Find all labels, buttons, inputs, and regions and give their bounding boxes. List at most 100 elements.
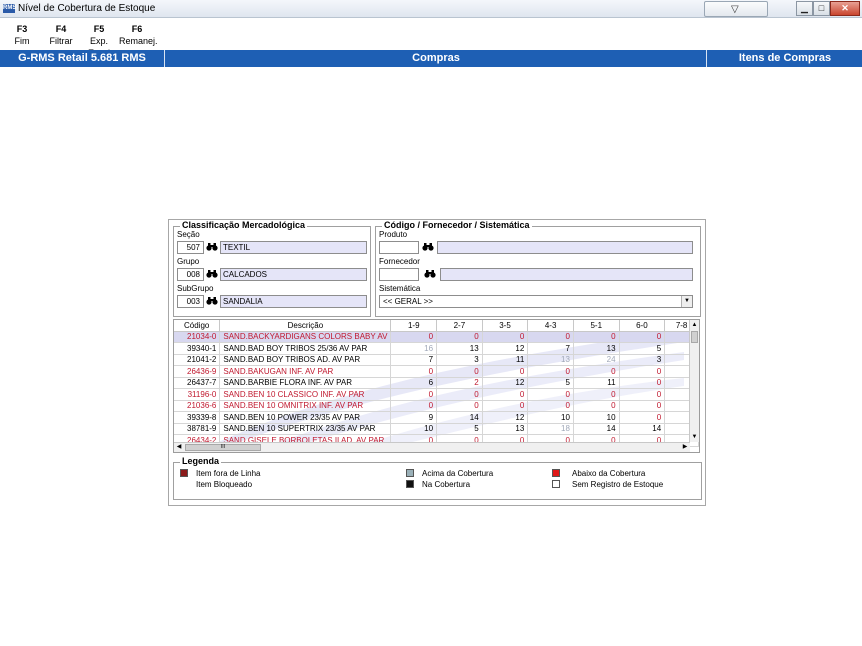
table-row[interactable]: 39339-8 SAND.BEN 10 POWER 23/35 AV PAR 9 14… [174, 411, 699, 424]
cell-coverage-value[interactable]: 0 [573, 400, 620, 412]
cell-coverage-value[interactable]: 0 [619, 365, 666, 378]
cell-coverage-value[interactable]: 0 [527, 365, 574, 378]
cell-coverage-value[interactable]: 0 [436, 331, 483, 343]
cell-coverage-value[interactable]: 5 [436, 423, 483, 435]
cell-coverage-value[interactable]: 0 [573, 331, 620, 343]
cell-coverage-value[interactable]: 10 [573, 411, 620, 424]
table-row[interactable]: 39340-1 SAND.BAD BOY TRIBOS 25/36 AV PAR 1… [174, 342, 699, 355]
cell-coverage-value[interactable]: 0 [527, 388, 574, 401]
cell-codigo[interactable]: 39339-8 [174, 411, 221, 424]
scroll-up-icon[interactable]: ▲ [690, 320, 699, 330]
cell-coverage-value[interactable]: 12 [482, 377, 529, 389]
fornecedor-description-field[interactable] [440, 268, 693, 281]
cell-descricao[interactable]: SAND.BAD BOY TRIBOS AD. AV PAR [219, 354, 392, 366]
col-header-3-5[interactable]: 3-5 [482, 320, 529, 332]
fornecedor-search-binoculars-icon[interactable] [423, 269, 437, 281]
coverage-table[interactable]: Código Descrição 1-9 2-7 3-5 4-3 5-1 6-0… [174, 320, 699, 447]
cell-coverage-value[interactable]: 13 [436, 342, 483, 355]
cell-coverage-value[interactable]: 0 [619, 377, 666, 389]
cell-coverage-value[interactable]: 0 [573, 365, 620, 378]
cell-descricao[interactable]: SAND.BARBIE FLORA INF. AV PAR [219, 377, 392, 389]
secao-code-field[interactable]: 507 [177, 241, 204, 254]
cell-coverage-value[interactable]: 5 [619, 342, 666, 355]
cell-coverage-value[interactable]: 0 [390, 400, 438, 412]
maximize-button[interactable]: □ [813, 1, 830, 16]
cell-coverage-value[interactable]: 0 [619, 331, 666, 343]
cell-coverage-value[interactable]: 18 [527, 423, 574, 435]
scroll-down-icon[interactable]: ▼ [690, 432, 699, 442]
table-row[interactable]: 21034-0 SAND.BACKYARDIGANS COLORS BABY AV… [174, 331, 699, 343]
cell-coverage-value[interactable]: 0 [527, 331, 574, 343]
secao-description-field[interactable]: TEXTIL [220, 241, 367, 254]
fim-button[interactable]: F3 Fim [8, 23, 36, 47]
col-header-1-9[interactable]: 1-9 [390, 320, 438, 332]
produto-code-field[interactable] [379, 241, 419, 254]
titlebar-dropdown-button[interactable]: ▽ [704, 1, 768, 17]
table-row[interactable]: 26436-9 SAND.BAKUGAN INF. AV PAR 0 0 0 0 0 0 [174, 365, 699, 378]
cell-coverage-value[interactable]: 0 [619, 400, 666, 412]
cell-codigo[interactable]: 21036-6 [174, 400, 221, 412]
table-row[interactable]: 21041-2 SAND.BAD BOY TRIBOS AD. AV PAR 7 3 1… [174, 354, 699, 366]
coverage-grid[interactable]: Código Descrição 1-9 2-7 3-5 4-3 5-1 6-0… [173, 319, 700, 453]
filtrar-button[interactable]: F4 Filtrar [47, 23, 75, 47]
chevron-down-icon[interactable]: ▼ [681, 296, 692, 307]
col-header-2-7[interactable]: 2-7 [436, 320, 483, 332]
cell-coverage-value[interactable]: 0 [390, 388, 438, 401]
cell-descricao[interactable]: SAND.BEN 10 POWER 23/35 AV PAR [219, 411, 392, 424]
grid-vertical-scrollbar[interactable]: ▲ ▼ [689, 320, 699, 442]
grid-horizontal-scrollbar[interactable]: ◀ III ▶ [174, 442, 690, 452]
cell-coverage-value[interactable]: 0 [482, 331, 529, 343]
scroll-left-icon[interactable]: ◀ [174, 443, 184, 452]
col-header-4-3[interactable]: 4-3 [527, 320, 574, 332]
cell-coverage-value[interactable]: 3 [619, 354, 666, 366]
cell-descricao[interactable]: SAND.BAKUGAN INF. AV PAR [219, 365, 392, 378]
cell-coverage-value[interactable]: 10 [527, 411, 574, 424]
cell-coverage-value[interactable]: 24 [573, 354, 620, 366]
cell-codigo[interactable]: 39340-1 [174, 342, 221, 355]
cell-descricao[interactable]: SAND.BEN 10 OMNITRIX INF. AV PAR [219, 400, 392, 412]
cell-coverage-value[interactable]: 0 [436, 388, 483, 401]
cell-coverage-value[interactable]: 6 [390, 377, 438, 389]
col-header-descricao[interactable]: Descrição [219, 320, 392, 332]
cell-descricao[interactable]: SAND.BAD BOY TRIBOS 25/36 AV PAR [219, 342, 392, 355]
cell-coverage-value[interactable]: 14 [436, 411, 483, 424]
cell-descricao[interactable]: SAND.BEN 10 SUPERTRIX 23/35 AV PAR [219, 423, 392, 435]
table-row[interactable]: 31196-0 SAND.BEN 10 CLASSICO INF. AV PAR 0… [174, 388, 699, 401]
subgrupo-search-binoculars-icon[interactable] [205, 296, 219, 308]
col-header-5-1[interactable]: 5-1 [573, 320, 620, 332]
vertical-scroll-thumb[interactable] [691, 331, 698, 343]
cell-codigo[interactable]: 31196-0 [174, 388, 221, 401]
table-row[interactable]: 38781-9 SAND.BEN 10 SUPERTRIX 23/35 AV PA… [174, 423, 699, 435]
cell-coverage-value[interactable]: 12 [482, 342, 529, 355]
cell-coverage-value[interactable]: 10 [390, 423, 438, 435]
cell-coverage-value[interactable]: 14 [573, 423, 620, 435]
cell-codigo[interactable]: 26436-9 [174, 365, 221, 378]
minimize-button[interactable]: ▁ [796, 1, 813, 16]
subgrupo-code-field[interactable]: 003 [177, 295, 204, 308]
cell-coverage-value[interactable]: 0 [390, 331, 438, 343]
cell-coverage-value[interactable]: 0 [482, 388, 529, 401]
cell-coverage-value[interactable]: 0 [619, 411, 666, 424]
cell-descricao[interactable]: SAND.BACKYARDIGANS COLORS BABY AV [219, 331, 392, 343]
cell-coverage-value[interactable]: 0 [482, 400, 529, 412]
grupo-description-field[interactable]: CALCADOS [220, 268, 367, 281]
cell-coverage-value[interactable]: 13 [527, 354, 574, 366]
cell-coverage-value[interactable]: 13 [482, 423, 529, 435]
cell-coverage-value[interactable]: 7 [527, 342, 574, 355]
subgrupo-description-field[interactable]: SANDALIA [220, 295, 367, 308]
cell-coverage-value[interactable]: 9 [390, 411, 438, 424]
scroll-right-icon[interactable]: ▶ [680, 443, 690, 452]
cell-coverage-value[interactable]: 16 [390, 342, 438, 355]
cell-coverage-value[interactable]: 13 [573, 342, 620, 355]
table-row[interactable]: 21036-6 SAND.BEN 10 OMNITRIX INF. AV PAR 0… [174, 400, 699, 412]
cell-coverage-value[interactable]: 14 [619, 423, 666, 435]
cell-codigo[interactable]: 38781-9 [174, 423, 221, 435]
sistematica-select[interactable]: << GERAL >> ▼ [379, 295, 693, 308]
cell-coverage-value[interactable]: 0 [390, 365, 438, 378]
cell-descricao[interactable]: SAND.BEN 10 CLASSICO INF. AV PAR [219, 388, 392, 401]
table-row[interactable]: 26437-7 SAND.BARBIE FLORA INF. AV PAR 6 2 12… [174, 377, 699, 389]
horizontal-scroll-thumb[interactable]: III [185, 444, 261, 451]
remanejar-button[interactable]: F6 Remanej. [119, 23, 158, 47]
produto-search-binoculars-icon[interactable] [421, 242, 435, 254]
fornecedor-code-field[interactable] [379, 268, 419, 281]
